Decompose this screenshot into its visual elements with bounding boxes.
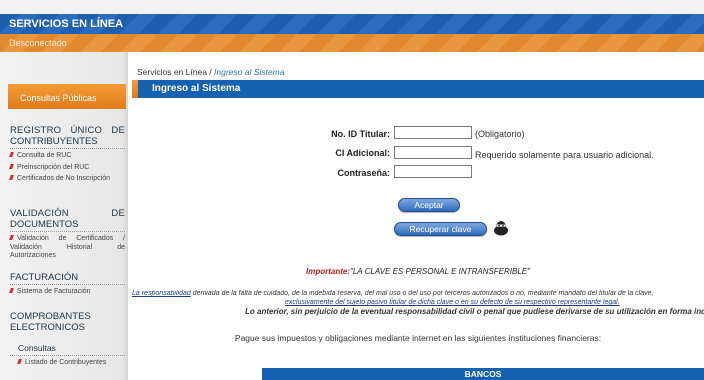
sidebar-section-facturacion: FACTURACIÓN Sistema de Facturación xyxy=(9,272,125,300)
divider xyxy=(10,355,125,356)
bullet-icon xyxy=(9,288,14,293)
panel-title: Ingreso al Sistema xyxy=(152,83,241,94)
ci-adicional-input[interactable] xyxy=(394,146,472,159)
divider xyxy=(10,231,125,232)
recover-password-button[interactable]: Recuperar clave xyxy=(394,222,487,236)
sidebar-tab-consultas-publicas[interactable]: Consultas Públicas xyxy=(8,84,126,109)
sidebar-link-preinscripcion-ruc[interactable]: Preinscripción del RUC xyxy=(9,163,125,173)
important-text: "LA CLAVE ES PERSONAL E INTRANSFERIBLE" xyxy=(350,267,530,276)
sidebar-subsection-consultas: Consultas Listado de Contribuyentes xyxy=(10,343,125,371)
ci-adicional-label: CI Adicional: xyxy=(335,148,390,158)
important-notice: Importante:"LA CLAVE ES PERSONAL E INTRA… xyxy=(132,267,704,276)
responsibility-line-1: La responsabilidad derivada de la falta … xyxy=(132,290,654,297)
section-title-facturacion: FACTURACIÓN xyxy=(10,272,79,283)
breadcrumb-root[interactable]: Servicios en Línea xyxy=(137,67,207,77)
id-titular-note: (Obligatorio) xyxy=(475,129,525,139)
responsibility-line-3: Lo anterior, sin perjuicio de la eventua… xyxy=(245,307,704,316)
bullet-icon xyxy=(9,175,14,180)
sidebar-tab-label: Consultas Públicas xyxy=(20,93,97,103)
password-label: Contraseña: xyxy=(337,168,390,178)
section-title-ruc: REGISTRO ÚNICO DE xyxy=(10,125,126,136)
divider xyxy=(10,284,125,285)
ci-adicional-note: Requerido solamente para usuario adicion… xyxy=(475,150,654,160)
divider xyxy=(10,148,125,149)
banks-header: BANCOS xyxy=(262,368,704,380)
payment-info-text: Pague sus impuestos y obligaciones media… xyxy=(234,333,602,343)
responsibility-link[interactable]: La responsabilidad xyxy=(132,290,191,297)
breadcrumb-separator: / xyxy=(206,67,215,77)
accept-button[interactable]: Aceptar xyxy=(398,198,460,212)
browser-top-strip xyxy=(0,0,704,14)
sidebar-link-sistema-facturacion[interactable]: Sistema de Facturación xyxy=(9,288,125,297)
bullet-icon xyxy=(9,163,14,169)
sidebar-link-consulta-ruc[interactable]: Consulta de RUC xyxy=(9,152,125,161)
bullet-icon xyxy=(9,152,14,157)
sidebar-link-listado-contribuyentes[interactable]: Listado de Contribuyentes xyxy=(17,359,125,368)
panel-header: Ingreso al Sistema xyxy=(132,80,704,98)
bullet-icon xyxy=(17,359,22,364)
breadcrumb: Servicios en Línea / Ingreso al Sistema xyxy=(137,67,284,77)
password-input[interactable] xyxy=(394,165,472,178)
id-titular-label: No. ID Titular: xyxy=(331,129,390,139)
section-title-comprobantes: COMPROBANTES ELECTRONICOS xyxy=(10,311,91,333)
sidebar-section-ruc: REGISTRO ÚNICO DE CONTRIBUYENTES Consult… xyxy=(9,125,126,187)
spy-icon[interactable] xyxy=(493,220,509,236)
sidebar-link-validacion-certificados[interactable]: Validación de Certificados / Validación … xyxy=(9,235,125,261)
important-prefix: Importante: xyxy=(306,267,351,276)
sidebar-link-certificados-no-inscripcion[interactable]: Certificados de No Inscripción xyxy=(9,175,125,184)
section-title-validacion-line2: DOCUMENTOS xyxy=(10,219,79,230)
app-title: SERVICIOS EN LÍNEA xyxy=(9,18,124,30)
session-status-bar: Desconectado xyxy=(0,34,704,52)
breadcrumb-current: Ingreso al Sistema xyxy=(214,67,285,77)
subsection-title-consultas: Consultas xyxy=(18,343,56,353)
section-title-ruc-line2: CONTRIBUYENTES xyxy=(10,136,98,147)
id-titular-input[interactable] xyxy=(394,126,472,139)
app-title-bar: SERVICIOS EN LÍNEA xyxy=(0,14,704,34)
section-title-validacion: VALIDACIÓN DE xyxy=(10,208,125,219)
sidebar-section-comprobantes: COMPROBANTES ELECTRONICOS xyxy=(10,311,110,333)
session-status: Desconectado xyxy=(9,38,67,48)
responsibility-line-2: exclusivamente del sujeto pasivo titular… xyxy=(285,299,620,306)
sidebar-section-validacion: VALIDACIÓN DE DOCUMENTOS Validación de C… xyxy=(9,208,125,264)
bullet-icon xyxy=(9,235,14,240)
